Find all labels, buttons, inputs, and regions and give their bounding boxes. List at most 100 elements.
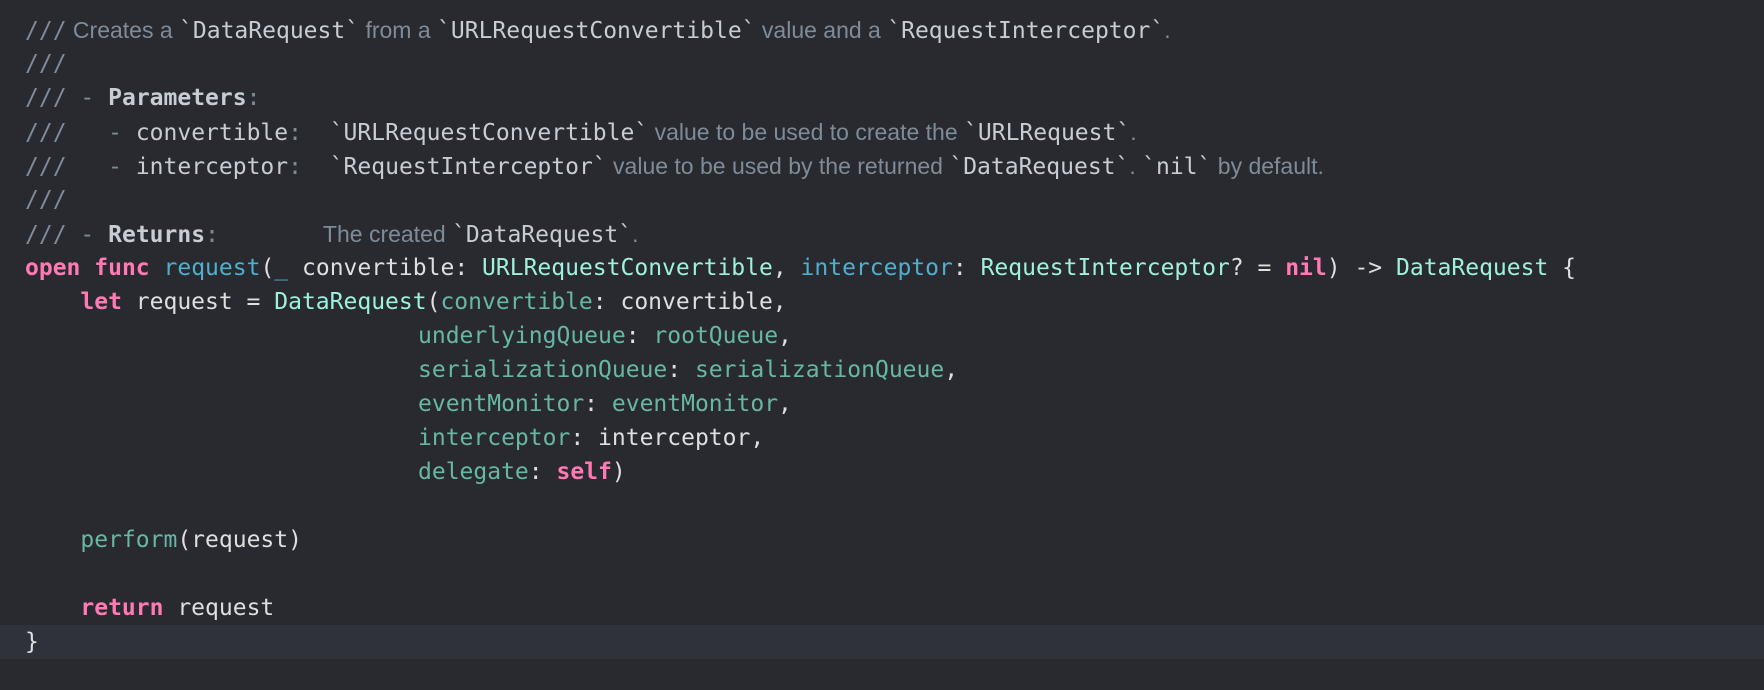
doc-comment-marker: /// [25, 85, 67, 111]
code-text: (request) [177, 527, 302, 553]
doc-code-span: `DataRequest` [452, 222, 633, 248]
type-name: URLRequestConvertible [482, 255, 773, 281]
code-line[interactable]: delegate: self) [0, 455, 1764, 489]
argument-label: interceptor [800, 255, 953, 281]
doc-text: . [1129, 153, 1143, 179]
function-call: perform [80, 527, 178, 553]
keyword-open: open [25, 255, 81, 281]
doc-dash: - [80, 85, 95, 111]
code-text: request [163, 595, 275, 621]
type-name: DataRequest [274, 289, 427, 315]
punctuation: ? = [1229, 255, 1286, 281]
doc-comment-marker: /// [25, 187, 67, 213]
current-line[interactable]: } [0, 625, 1764, 659]
doc-param-name: convertible [135, 120, 289, 146]
code-line[interactable]: /// - Returns: The created `DataRequest`. [0, 217, 1764, 251]
code-line[interactable]: perform(request) [0, 523, 1764, 557]
code-line[interactable]: /// - Parameters: [0, 81, 1764, 115]
function-name: request [163, 255, 261, 281]
doc-comment-marker: /// [25, 18, 67, 44]
punctuation: ) -> [1326, 255, 1396, 281]
doc-comment-marker: /// [25, 222, 67, 248]
doc-code-span: `URLRequestConvertible` [329, 120, 649, 146]
doc-code-span: `nil` [1142, 154, 1212, 180]
doc-colon: : [205, 222, 219, 248]
punctuation: , [944, 357, 959, 383]
punctuation: ( [260, 255, 275, 281]
doc-text: Creates a [66, 17, 180, 43]
doc-dash: - [108, 120, 122, 146]
code-text: request = [121, 289, 275, 315]
identifier: serializationQueue [694, 357, 945, 383]
keyword-self: self [556, 459, 612, 485]
keyword-nil: nil [1285, 255, 1327, 281]
doc-code-span: `URLRequest` [964, 120, 1131, 146]
doc-code-span: `DataRequest` [179, 18, 360, 44]
keyword-return: return [80, 595, 164, 621]
argument-label: underlyingQueue [418, 323, 626, 349]
doc-colon: : [288, 154, 302, 180]
punctuation: : [528, 459, 557, 485]
punctuation: { [1548, 255, 1577, 281]
doc-code-span: `RequestInterceptor` [329, 154, 607, 180]
doc-text: . [1164, 17, 1171, 43]
doc-text: value to be used to create the [648, 119, 965, 145]
punctuation: : [952, 255, 981, 281]
doc-dash: - [108, 154, 122, 180]
punctuation: , [772, 255, 801, 281]
code-editor[interactable]: /// Creates a `DataRequest` from a `URLR… [0, 0, 1764, 690]
doc-parameters-label: Parameters [108, 85, 247, 111]
doc-code-span: `URLRequestConvertible` [437, 18, 756, 44]
code-line[interactable]: serializationQueue: serializationQueue, [0, 353, 1764, 387]
keyword-let: let [80, 289, 122, 315]
code-line[interactable]: eventMonitor: eventMonitor, [0, 387, 1764, 421]
doc-colon: : [246, 85, 261, 111]
identifier: rootQueue [653, 323, 779, 349]
punctuation: , [778, 323, 792, 349]
argument-label: eventMonitor [418, 391, 585, 417]
code-line[interactable] [0, 557, 1764, 591]
punctuation: : [667, 357, 695, 383]
parameter-name: convertible: [288, 255, 483, 281]
argument-label: delegate [418, 459, 529, 485]
code-line[interactable] [0, 489, 1764, 523]
doc-dash: - [80, 222, 95, 248]
type-name: DataRequest [1396, 255, 1549, 281]
code-line[interactable]: underlyingQueue: rootQueue, [0, 319, 1764, 353]
doc-text: The created [322, 221, 453, 247]
punctuation: ( [426, 289, 441, 315]
doc-text: from a [359, 17, 438, 43]
doc-comment-marker: /// [25, 120, 67, 146]
punctuation: ) [611, 459, 626, 485]
doc-text: . [632, 221, 639, 247]
doc-comment-marker: /// [25, 51, 67, 77]
code-line[interactable]: let request = DataRequest(convertible: c… [0, 285, 1764, 319]
code-line[interactable]: /// Creates a `DataRequest` from a `URLR… [0, 13, 1764, 47]
code-line[interactable]: /// [0, 183, 1764, 217]
doc-code-span: `RequestInterceptor` [887, 18, 1165, 44]
closing-brace: } [25, 629, 39, 655]
doc-comment-marker: /// [25, 154, 67, 180]
code-line[interactable]: return request [0, 591, 1764, 625]
code-text: : interceptor, [570, 425, 765, 451]
doc-text: . [1130, 119, 1137, 145]
doc-text: by default. [1211, 153, 1324, 179]
doc-text: value to be used by the returned [606, 153, 950, 179]
doc-param-name: interceptor [135, 154, 289, 180]
code-line[interactable]: /// - convertible: `URLRequestConvertibl… [0, 115, 1764, 149]
keyword-func: func [94, 255, 150, 281]
code-line[interactable]: interceptor: interceptor, [0, 421, 1764, 455]
argument-label-underscore: _ [274, 255, 289, 281]
argument-label: convertible [440, 289, 593, 315]
argument-label: interceptor [418, 425, 571, 451]
argument-label: serializationQueue [418, 357, 668, 383]
punctuation: : [625, 323, 654, 349]
punctuation: , [778, 391, 792, 417]
code-line[interactable]: open func request(_ convertible: URLRequ… [0, 251, 1764, 285]
doc-code-span: `DataRequest` [949, 154, 1130, 180]
code-line[interactable]: /// - interceptor: `RequestInterceptor` … [0, 149, 1764, 183]
doc-colon: : [288, 120, 302, 146]
punctuation: : [584, 391, 612, 417]
code-line[interactable]: /// [0, 47, 1764, 81]
code-text: : convertible, [592, 289, 787, 315]
